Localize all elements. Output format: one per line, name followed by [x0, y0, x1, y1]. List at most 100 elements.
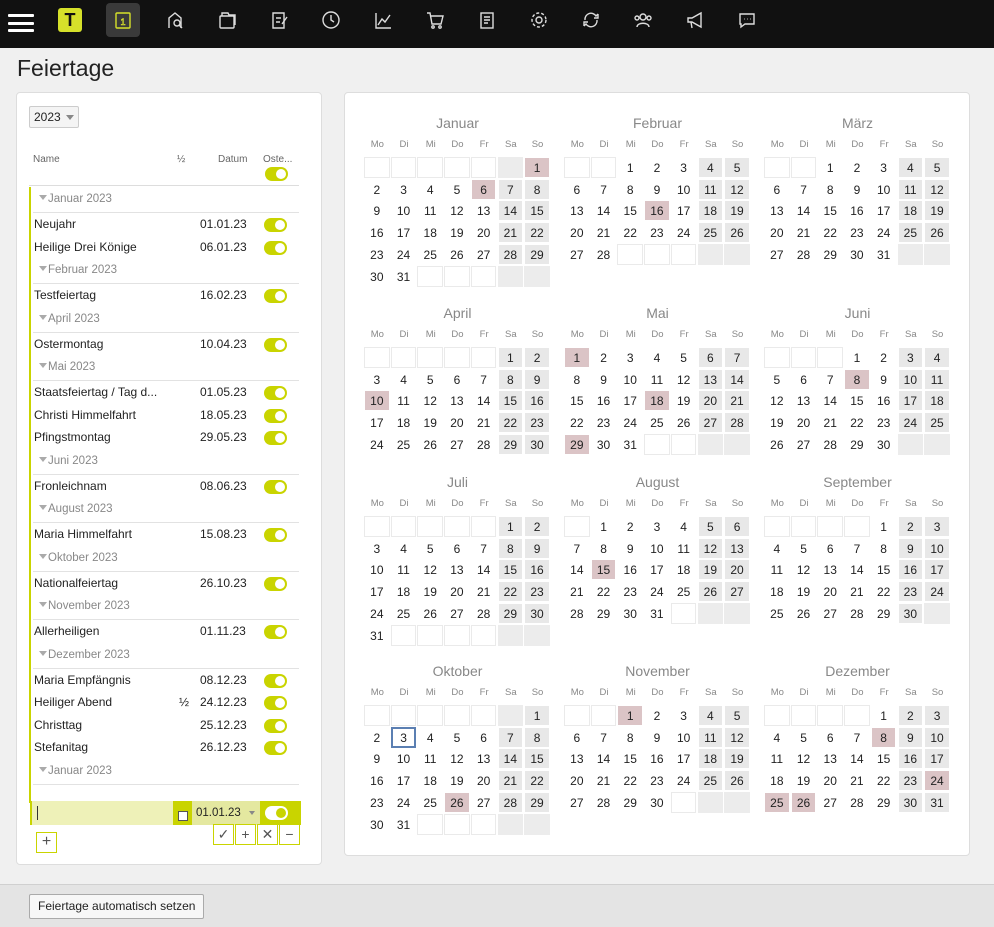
day-cell[interactable]: 4: [390, 537, 417, 559]
day-cell[interactable]: 23: [897, 581, 924, 603]
day-cell[interactable]: 28: [564, 602, 590, 624]
day-cell[interactable]: 6: [444, 368, 470, 390]
day-cell[interactable]: 7: [590, 726, 617, 748]
day-cell[interactable]: 22: [497, 412, 524, 434]
day-cell[interactable]: 1: [524, 705, 550, 726]
day-cell[interactable]: 10: [390, 200, 417, 222]
day-cell[interactable]: 3: [924, 516, 950, 537]
day-cell[interactable]: 11: [390, 559, 417, 581]
day-cell[interactable]: 31: [870, 243, 897, 265]
cart-icon[interactable]: [418, 3, 452, 37]
chat-icon[interactable]: [730, 3, 764, 37]
day-cell[interactable]: 30: [897, 791, 924, 813]
day-cell[interactable]: 7: [790, 178, 817, 200]
holiday-day-cell[interactable]: 8: [844, 368, 870, 390]
day-cell[interactable]: 27: [817, 791, 844, 813]
day-cell[interactable]: 9: [364, 748, 390, 770]
day-cell[interactable]: 2: [897, 516, 924, 537]
holiday-row[interactable]: Stefanitag 26.12.23: [33, 736, 299, 758]
day-cell[interactable]: 5: [790, 537, 817, 559]
day-cell[interactable]: 24: [364, 602, 390, 624]
day-cell[interactable]: 17: [390, 222, 417, 244]
day-cell[interactable]: 27: [724, 581, 750, 603]
day-cell[interactable]: 11: [924, 368, 950, 390]
holiday-toggle[interactable]: [264, 408, 287, 423]
day-cell[interactable]: 6: [564, 178, 590, 200]
day-cell[interactable]: 28: [470, 602, 497, 624]
day-cell[interactable]: 29: [870, 602, 897, 624]
month-group-header[interactable]: August 2023: [39, 503, 113, 515]
holiday-toggle[interactable]: [264, 673, 287, 688]
day-cell[interactable]: 20: [444, 412, 470, 434]
day-cell[interactable]: 22: [870, 581, 897, 603]
day-cell[interactable]: 29: [617, 791, 644, 813]
day-cell[interactable]: 29: [497, 433, 524, 455]
day-cell[interactable]: 14: [470, 559, 497, 581]
day-cell[interactable]: 2: [364, 726, 390, 748]
month-group-header[interactable]: Juni 2023: [39, 455, 98, 467]
day-cell[interactable]: 30: [364, 265, 390, 287]
day-cell[interactable]: 25: [924, 412, 950, 434]
day-cell[interactable]: 19: [697, 559, 724, 581]
half-day-checkbox[interactable]: [173, 801, 192, 825]
holiday-row[interactable]: Heiliger Abend ½ 24.12.23: [33, 691, 299, 713]
day-cell[interactable]: 5: [790, 726, 817, 748]
day-cell[interactable]: 31: [390, 265, 417, 287]
day-cell[interactable]: 14: [724, 368, 750, 390]
day-cell[interactable]: 26: [670, 412, 697, 434]
day-cell[interactable]: 15: [844, 390, 870, 412]
day-cell[interactable]: 2: [897, 705, 924, 726]
day-cell[interactable]: 8: [617, 726, 644, 748]
day-cell[interactable]: 22: [524, 222, 550, 244]
column-header-name[interactable]: Name: [33, 154, 60, 165]
day-cell[interactable]: 3: [924, 705, 950, 726]
day-cell[interactable]: 12: [417, 390, 444, 412]
day-cell[interactable]: 22: [844, 412, 870, 434]
holiday-toggle[interactable]: [264, 218, 287, 232]
day-cell[interactable]: 7: [724, 347, 750, 368]
day-cell[interactable]: 2: [870, 347, 897, 368]
day-cell[interactable]: 2: [364, 178, 390, 200]
cancel-button[interactable]: ✕: [257, 824, 278, 845]
day-cell[interactable]: 17: [870, 200, 897, 222]
day-cell[interactable]: 25: [390, 433, 417, 455]
day-cell[interactable]: 9: [844, 178, 870, 200]
day-cell[interactable]: 6: [564, 726, 590, 748]
day-cell[interactable]: 2: [844, 157, 870, 178]
day-cell[interactable]: 25: [697, 770, 724, 792]
holiday-row[interactable]: Maria Himmelfahrt 15.08.23: [33, 523, 299, 545]
day-cell[interactable]: 21: [844, 770, 870, 792]
day-cell[interactable]: 17: [924, 748, 950, 770]
day-cell[interactable]: 27: [444, 433, 470, 455]
day-cell[interactable]: 22: [870, 770, 897, 792]
day-cell[interactable]: 13: [724, 537, 750, 559]
day-cell[interactable]: 5: [724, 705, 750, 726]
holiday-day-cell[interactable]: 1: [524, 157, 550, 178]
day-cell[interactable]: 6: [697, 347, 724, 368]
day-cell[interactable]: 18: [924, 390, 950, 412]
day-cell[interactable]: 30: [364, 813, 390, 835]
holiday-day-cell[interactable]: 10: [364, 390, 390, 412]
day-cell[interactable]: 28: [817, 433, 844, 455]
day-cell[interactable]: 6: [764, 178, 790, 200]
day-cell[interactable]: 21: [590, 222, 617, 244]
holiday-day-cell[interactable]: 24: [924, 770, 950, 792]
day-cell[interactable]: 30: [524, 433, 550, 455]
day-cell[interactable]: 25: [697, 222, 724, 244]
confirm-button[interactable]: ✓: [213, 824, 234, 845]
day-cell[interactable]: 8: [590, 537, 617, 559]
holiday-toggle[interactable]: [264, 240, 287, 255]
day-cell[interactable]: 26: [724, 770, 750, 792]
day-cell[interactable]: 8: [524, 178, 550, 200]
clock-icon[interactable]: [314, 3, 348, 37]
day-cell[interactable]: 17: [897, 390, 924, 412]
day-cell[interactable]: 10: [924, 537, 950, 559]
day-cell[interactable]: 26: [790, 602, 817, 624]
day-cell[interactable]: 23: [364, 791, 390, 813]
day-cell[interactable]: 9: [897, 726, 924, 748]
day-cell[interactable]: 29: [497, 602, 524, 624]
day-cell[interactable]: 7: [497, 726, 524, 748]
day-cell[interactable]: 1: [817, 157, 844, 178]
day-cell[interactable]: 21: [817, 412, 844, 434]
day-cell[interactable]: 15: [497, 559, 524, 581]
